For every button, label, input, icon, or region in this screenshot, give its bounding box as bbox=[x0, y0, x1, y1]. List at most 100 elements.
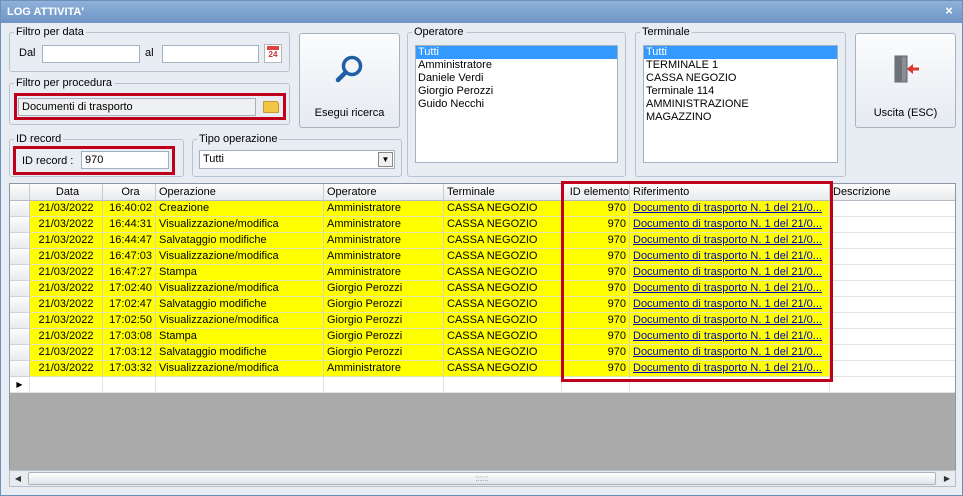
terminale-list-item[interactable]: MAGAZZINO bbox=[644, 111, 837, 124]
table-row[interactable]: 21/03/2022 16:47:27 Stampa Amministratore CA… bbox=[10, 265, 955, 281]
column-header-data[interactable]: Data bbox=[30, 184, 103, 201]
cell-riferimento[interactable]: Documento di trasporto N. 1 del 21/0... bbox=[630, 345, 830, 361]
row-header[interactable] bbox=[10, 329, 30, 345]
cell-riferimento[interactable]: Documento di trasporto N. 1 del 21/0... bbox=[630, 201, 830, 217]
cell-operatore: Giorgio Perozzi bbox=[324, 297, 444, 313]
cell-data: 21/03/2022 bbox=[30, 265, 103, 281]
id-record-input[interactable] bbox=[81, 151, 169, 169]
new-row-cell[interactable] bbox=[103, 377, 156, 393]
column-header-operazione[interactable]: Operazione bbox=[156, 184, 324, 201]
table-row[interactable]: 21/03/2022 16:44:31 Visualizzazione/modifi… bbox=[10, 217, 955, 233]
cell-riferimento[interactable]: Documento di trasporto N. 1 del 21/0... bbox=[630, 265, 830, 281]
new-row-cell[interactable] bbox=[630, 377, 830, 393]
cell-riferimento[interactable]: Documento di trasporto N. 1 del 21/0... bbox=[630, 233, 830, 249]
operatore-listbox[interactable]: Tutti Amministratore Daniele Verdi Giorgio … bbox=[415, 45, 618, 163]
cell-terminale: CASSA NEGOZIO bbox=[444, 329, 562, 345]
cell-riferimento[interactable]: Documento di trasporto N. 1 del 21/0... bbox=[630, 217, 830, 233]
table-row[interactable]: 21/03/2022 17:02:50 Visualizzazione/modifi… bbox=[10, 313, 955, 329]
row-header[interactable] bbox=[10, 233, 30, 249]
scrollbar-thumb[interactable]: :::::: bbox=[28, 472, 936, 485]
cell-data: 21/03/2022 bbox=[30, 281, 103, 297]
table-row[interactable]: 21/03/2022 17:02:47 Salvataggio modifiche G… bbox=[10, 297, 955, 313]
new-row-cell[interactable] bbox=[562, 377, 630, 393]
cell-ora: 17:03:12 bbox=[103, 345, 156, 361]
al-date-input[interactable] bbox=[162, 45, 259, 63]
new-row-indicator-icon: ▶ bbox=[10, 377, 30, 393]
cell-riferimento[interactable]: Documento di trasporto N. 1 del 21/0... bbox=[630, 249, 830, 265]
cell-riferimento[interactable]: Documento di trasporto N. 1 del 21/0... bbox=[630, 297, 830, 313]
row-header[interactable] bbox=[10, 281, 30, 297]
column-header-operatore[interactable]: Operatore bbox=[324, 184, 444, 201]
table-row[interactable]: 21/03/2022 17:02:40 Visualizzazione/modifi… bbox=[10, 281, 955, 297]
uscita-button[interactable]: Uscita (ESC) bbox=[855, 33, 956, 128]
scroll-left-icon[interactable]: ◀ bbox=[10, 471, 26, 486]
column-header-riferimento[interactable]: Riferimento bbox=[630, 184, 830, 201]
cell-riferimento[interactable]: Documento di trasporto N. 1 del 21/0... bbox=[630, 329, 830, 345]
dal-label: Dal bbox=[19, 47, 36, 59]
procedura-field[interactable] bbox=[18, 98, 256, 116]
operatore-list-item[interactable]: Guido Necchi bbox=[416, 98, 617, 111]
table-row[interactable]: 21/03/2022 17:03:08 Stampa Giorgio Perozzi C… bbox=[10, 329, 955, 345]
row-header[interactable] bbox=[10, 201, 30, 217]
cell-operatore: Giorgio Perozzi bbox=[324, 281, 444, 297]
row-header[interactable] bbox=[10, 249, 30, 265]
row-header[interactable] bbox=[10, 313, 30, 329]
column-header-descrizione[interactable]: Descrizione bbox=[830, 184, 955, 201]
log-grid[interactable]: Data Ora Operazione Operatore Terminale ID el… bbox=[9, 183, 956, 487]
operatore-list-item[interactable]: Amministratore bbox=[416, 59, 617, 72]
cell-id-elemento: 970 bbox=[562, 265, 630, 281]
filtro-procedura-label: Filtro per procedura bbox=[14, 77, 114, 89]
tipo-operazione-select[interactable]: Tutti ▼ bbox=[199, 150, 395, 169]
column-header-terminale[interactable]: Terminale bbox=[444, 184, 562, 201]
table-row[interactable]: 21/03/2022 17:03:32 Visualizzazione/modifi… bbox=[10, 361, 955, 377]
new-row[interactable]: ▶ bbox=[10, 377, 955, 393]
esegui-ricerca-button[interactable]: Esegui ricerca bbox=[299, 33, 400, 128]
calendar-icon[interactable]: 24 bbox=[264, 44, 282, 63]
terminale-list-item[interactable]: Tutti bbox=[644, 46, 837, 59]
row-header[interactable] bbox=[10, 217, 30, 233]
terminale-list-item[interactable]: AMMINISTRAZIONE bbox=[644, 98, 837, 111]
operatore-list-item[interactable]: Giorgio Perozzi bbox=[416, 85, 617, 98]
column-header-id-elemento[interactable]: ID elemento bbox=[562, 184, 630, 201]
cell-operatore: Giorgio Perozzi bbox=[324, 313, 444, 329]
new-row-cell[interactable] bbox=[830, 377, 955, 393]
row-header[interactable] bbox=[10, 345, 30, 361]
terminale-listbox[interactable]: Tutti TERMINALE 1 CASSA NEGOZIO Terminale 1… bbox=[643, 45, 838, 163]
scroll-right-icon[interactable]: ▶ bbox=[939, 471, 955, 486]
row-header[interactable] bbox=[10, 265, 30, 281]
column-header-ora[interactable]: Ora bbox=[103, 184, 156, 201]
operatore-list-item[interactable]: Daniele Verdi bbox=[416, 72, 617, 85]
cell-riferimento[interactable]: Documento di trasporto N. 1 del 21/0... bbox=[630, 361, 830, 377]
table-row[interactable]: 21/03/2022 16:40:02 Creazione Amministrator… bbox=[10, 201, 955, 217]
terminale-list-item[interactable]: CASSA NEGOZIO bbox=[644, 72, 837, 85]
cell-operazione: Stampa bbox=[156, 265, 324, 281]
horizontal-scrollbar[interactable]: ◀ :::::: ▶ bbox=[9, 470, 956, 487]
operatore-list-item[interactable]: Tutti bbox=[416, 46, 617, 59]
cell-ora: 16:47:27 bbox=[103, 265, 156, 281]
tipo-operazione-label: Tipo operazione bbox=[197, 133, 280, 145]
terminale-list-item[interactable]: Terminale 114 bbox=[644, 85, 837, 98]
cell-riferimento[interactable]: Documento di trasporto N. 1 del 21/0... bbox=[630, 281, 830, 297]
cell-operazione: Salvataggio modifiche bbox=[156, 345, 324, 361]
cell-terminale: CASSA NEGOZIO bbox=[444, 233, 562, 249]
new-row-cell[interactable] bbox=[444, 377, 562, 393]
title-bar[interactable]: LOG ATTIVITA' × bbox=[1, 1, 962, 23]
chevron-down-icon[interactable]: ▼ bbox=[378, 152, 393, 167]
close-icon[interactable]: × bbox=[942, 4, 956, 18]
cell-id-elemento: 970 bbox=[562, 249, 630, 265]
id-record-field-label: ID record : bbox=[22, 155, 74, 167]
cell-riferimento[interactable]: Documento di trasporto N. 1 del 21/0... bbox=[630, 313, 830, 329]
cell-ora: 16:40:02 bbox=[103, 201, 156, 217]
grid-header-row: Data Ora Operazione Operatore Terminale ID el… bbox=[10, 184, 955, 201]
folder-icon[interactable] bbox=[263, 101, 279, 113]
dal-date-input[interactable] bbox=[42, 45, 140, 63]
new-row-cell[interactable] bbox=[156, 377, 324, 393]
terminale-list-item[interactable]: TERMINALE 1 bbox=[644, 59, 837, 72]
new-row-cell[interactable] bbox=[30, 377, 103, 393]
row-header[interactable] bbox=[10, 361, 30, 377]
table-row[interactable]: 21/03/2022 17:03:12 Salvataggio modifiche G… bbox=[10, 345, 955, 361]
table-row[interactable]: 21/03/2022 16:44:47 Salvataggio modifiche A… bbox=[10, 233, 955, 249]
row-header[interactable] bbox=[10, 297, 30, 313]
table-row[interactable]: 21/03/2022 16:47:03 Visualizzazione/modifi… bbox=[10, 249, 955, 265]
new-row-cell[interactable] bbox=[324, 377, 444, 393]
